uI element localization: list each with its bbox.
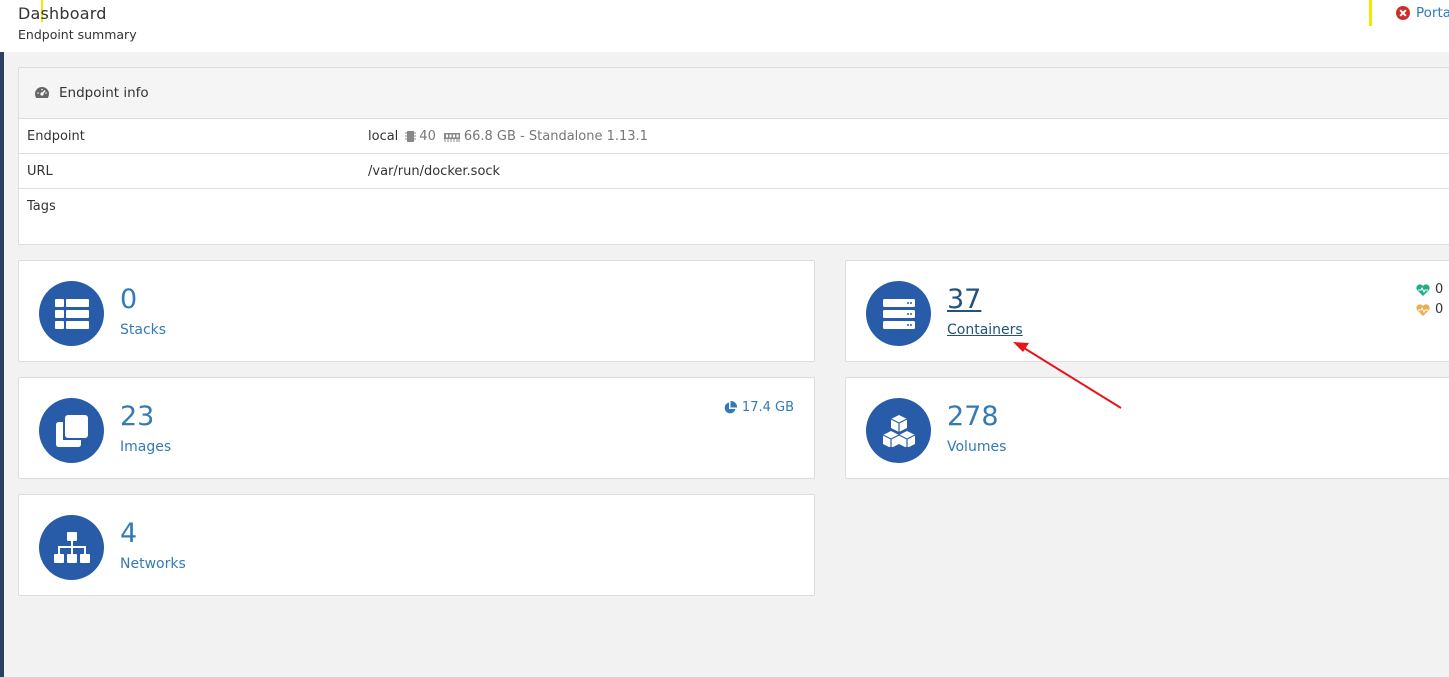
clone-icon <box>55 414 88 447</box>
healthy-status: 0 <box>1416 282 1443 297</box>
pie-chart-icon <box>724 400 737 413</box>
volumes-count: 278 <box>947 401 999 432</box>
tags-row: Tags <box>19 189 1449 244</box>
stacks-label: Stacks <box>120 322 167 338</box>
endpoint-info-title: Endpoint info <box>59 85 149 101</box>
containers-widget[interactable]: 37 Containers 0 0 <box>845 260 1449 362</box>
volumes-circle <box>866 398 931 463</box>
endpoint-value: local 40 66.8 GB - Standalone 1.13.1 <box>368 129 648 144</box>
portainer-link-label: Porta <box>1416 5 1449 21</box>
endpoint-info-heading: Endpoint info <box>19 68 1449 119</box>
url-row: URL /var/run/docker.sock <box>19 154 1449 189</box>
url-label: URL <box>27 164 53 179</box>
images-widget[interactable]: 23 Images 17.4 GB <box>18 377 815 479</box>
memory-value: 66.8 GB <box>463 129 516 144</box>
stacks-count: 0 <box>120 284 138 315</box>
containers-circle <box>866 281 931 346</box>
images-size: 17.4 GB <box>723 400 794 415</box>
volumes-label: Volumes <box>947 439 1007 455</box>
unhealthy-count: 0 <box>1435 302 1444 317</box>
images-size-value: 17.4 GB <box>741 400 794 415</box>
list-icon <box>54 298 89 329</box>
stacks-circle <box>39 281 104 346</box>
images-label: Images <box>120 439 172 455</box>
volumes-widget[interactable]: 278 Volumes <box>845 377 1449 479</box>
memory-icon <box>443 132 460 142</box>
url-value: /var/run/docker.sock <box>368 164 501 179</box>
unhealthy-status: 0 <box>1416 302 1443 317</box>
cpu-count: 40 <box>419 129 436 144</box>
endpoint-label: Endpoint <box>27 129 85 144</box>
server-icon <box>882 298 915 329</box>
networks-label: Networks <box>120 556 186 572</box>
header-divider <box>1369 0 1372 26</box>
networks-count: 4 <box>120 518 138 549</box>
images-count: 23 <box>120 401 155 432</box>
cubes-icon <box>882 414 915 447</box>
networks-widget[interactable]: 4 Networks <box>18 494 815 596</box>
gauge-icon <box>34 87 50 98</box>
page-header: Dashboard Endpoint summary Porta <box>0 0 1449 52</box>
endpoint-name: local <box>368 129 399 144</box>
endpoint-row: Endpoint local 40 66.8 GB - Standalone 1… <box>19 119 1449 154</box>
page-title: Dashboard <box>18 4 107 23</box>
heartbeat-warning-icon <box>1416 303 1430 316</box>
images-circle <box>39 398 104 463</box>
close-circle-icon <box>1396 6 1410 20</box>
portainer-link[interactable]: Porta <box>1396 5 1449 21</box>
sidebar-edge <box>0 0 4 677</box>
heartbeat-icon <box>1416 283 1430 296</box>
page-subtitle: Endpoint summary <box>18 27 137 42</box>
sitemap-icon <box>53 531 90 563</box>
networks-circle <box>39 515 104 580</box>
tags-label: Tags <box>27 199 56 214</box>
containers-link[interactable]: Containers <box>947 322 1023 338</box>
cpu-icon <box>405 131 417 142</box>
containers-count[interactable]: 37 <box>947 284 981 315</box>
engine-mode: - Standalone 1.13.1 <box>520 129 648 144</box>
stacks-widget[interactable]: 0 Stacks <box>18 260 815 362</box>
endpoint-info-panel: Endpoint info Endpoint local 40 66.8 GB … <box>18 67 1449 245</box>
healthy-count: 0 <box>1435 282 1444 297</box>
